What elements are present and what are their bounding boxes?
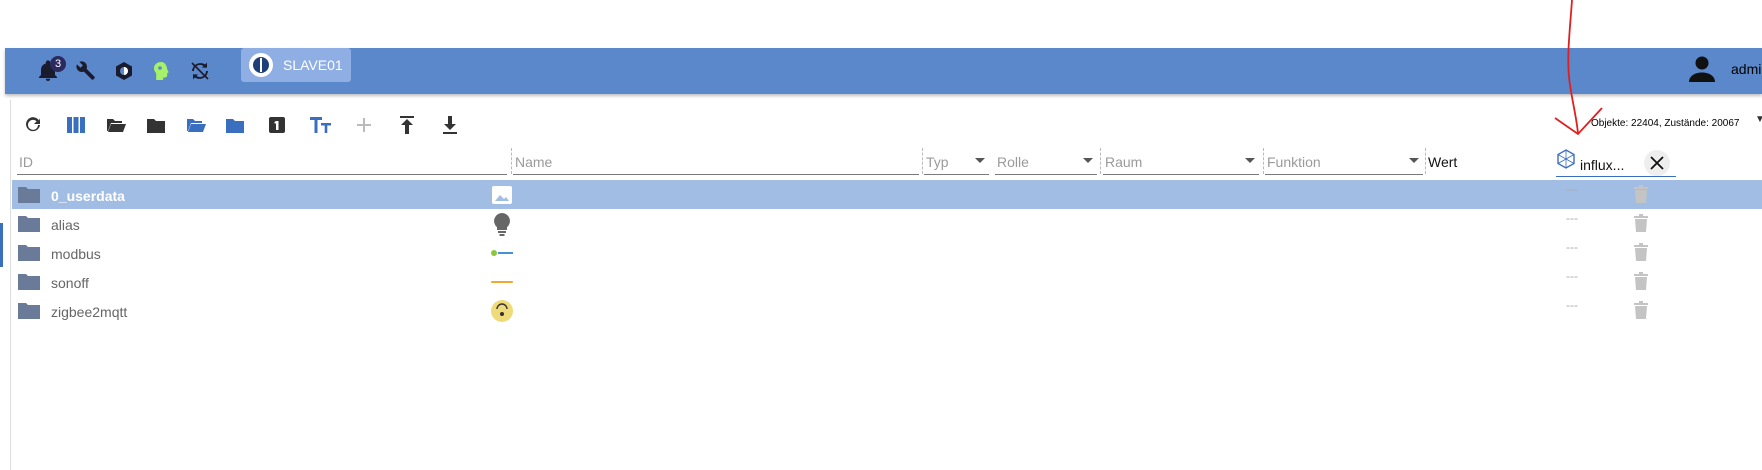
room-filter-placeholder: Raum xyxy=(1105,154,1143,170)
number-one-icon[interactable] xyxy=(264,112,290,138)
zigbee-logo-icon xyxy=(490,299,514,323)
dropdown-arrow-icon xyxy=(1409,158,1419,163)
folder-open-blue-icon[interactable] xyxy=(183,112,209,138)
upload-icon[interactable] xyxy=(394,112,420,138)
row-value: --- xyxy=(1566,269,1578,283)
lightbulb-icon xyxy=(490,212,514,236)
column-divider[interactable] xyxy=(1263,148,1264,174)
dropdown-arrow-icon xyxy=(1245,158,1255,163)
folder-icon[interactable] xyxy=(18,273,40,295)
role-filter-select[interactable]: Rolle xyxy=(995,146,1097,175)
type-filter-placeholder: Typ xyxy=(926,154,949,170)
trash-icon[interactable] xyxy=(1634,272,1648,295)
folder-icon[interactable] xyxy=(143,112,169,138)
trash-icon[interactable] xyxy=(1634,214,1648,237)
influx-filter-label: influx... xyxy=(1580,157,1625,173)
folder-icon[interactable] xyxy=(18,244,40,266)
column-divider[interactable] xyxy=(1100,148,1101,174)
influx-filter[interactable]: influx... xyxy=(1556,148,1676,177)
function-filter-select[interactable]: Funktion xyxy=(1265,146,1423,175)
column-divider[interactable] xyxy=(1425,148,1426,174)
clear-filter-button[interactable] xyxy=(1644,150,1670,176)
text-size-icon[interactable] xyxy=(308,112,334,138)
folder-icon[interactable] xyxy=(18,215,40,237)
row-value: --- xyxy=(1566,298,1578,312)
name-filter-placeholder: Name xyxy=(515,154,553,170)
table-row[interactable]: zigbee2mqtt --- xyxy=(12,296,1762,325)
role-filter-placeholder: Rolle xyxy=(997,154,1029,170)
instance-button[interactable]: SLAVE01 xyxy=(241,48,351,82)
trash-icon[interactable] xyxy=(1634,185,1648,208)
sidebar-active-marker xyxy=(0,223,3,267)
folder-icon[interactable] xyxy=(18,186,40,208)
notification-badge: 3 xyxy=(50,56,66,72)
instance-label: SLAVE01 xyxy=(283,57,343,73)
id-filter-placeholder: ID xyxy=(19,154,33,170)
row-id: zigbee2mqtt xyxy=(51,304,128,320)
download-icon[interactable] xyxy=(437,112,463,138)
wrench-icon[interactable] xyxy=(71,56,101,86)
trash-icon[interactable] xyxy=(1634,243,1648,266)
table-row[interactable]: alias --- xyxy=(12,209,1762,238)
columns-icon[interactable] xyxy=(63,112,89,138)
top-app-bar: 3 SLAVE01 admin xyxy=(5,48,1762,94)
table-row[interactable]: 0_userdata --- xyxy=(12,180,1762,209)
type-filter-select[interactable]: Typ xyxy=(924,146,989,175)
annotation-arrow xyxy=(1554,0,1603,136)
folder-blue-icon[interactable] xyxy=(222,112,248,138)
name-filter-input[interactable]: Name xyxy=(513,146,919,175)
sidebar-edge xyxy=(10,100,11,470)
add-icon[interactable] xyxy=(351,112,377,138)
row-id: sonoff xyxy=(51,275,89,291)
dropdown-arrow-icon xyxy=(1083,158,1093,163)
row-value: --- xyxy=(1566,211,1578,225)
influxdb-icon xyxy=(1556,149,1576,174)
sync-disabled-icon[interactable] xyxy=(185,56,215,86)
iobroker-logo-icon xyxy=(249,53,273,77)
row-id: alias xyxy=(51,217,80,233)
refresh-icon[interactable] xyxy=(20,112,46,138)
row-value: --- xyxy=(1566,182,1578,196)
user-icon[interactable] xyxy=(1687,54,1717,89)
close-icon xyxy=(1650,156,1664,170)
folder-open-icon[interactable] xyxy=(103,112,129,138)
chevron-down-icon[interactable]: ▼ xyxy=(1755,114,1762,125)
image-icon xyxy=(490,183,514,207)
value-column-header: Wert xyxy=(1428,154,1458,170)
trash-icon[interactable] xyxy=(1634,301,1648,324)
table-row[interactable]: sonoff --- xyxy=(12,267,1762,296)
row-value: --- xyxy=(1566,240,1578,254)
function-filter-placeholder: Funktion xyxy=(1267,154,1321,170)
row-id: 0_userdata xyxy=(51,188,125,204)
room-filter-select[interactable]: Raum xyxy=(1103,146,1259,175)
column-divider[interactable] xyxy=(511,148,512,174)
table-row[interactable]: modbus --- xyxy=(12,238,1762,267)
user-name[interactable]: admin xyxy=(1731,61,1762,77)
head-icon[interactable] xyxy=(146,56,176,86)
id-filter-input[interactable]: ID xyxy=(17,146,507,175)
modbus-logo-icon xyxy=(490,241,514,265)
sonoff-logo-icon xyxy=(490,270,514,294)
bell-icon[interactable]: 3 xyxy=(33,56,66,86)
row-id: modbus xyxy=(51,246,101,262)
dropdown-arrow-icon xyxy=(975,158,985,163)
column-divider[interactable] xyxy=(922,148,923,174)
folder-icon[interactable] xyxy=(18,302,40,324)
gear-icon[interactable] xyxy=(109,56,139,86)
